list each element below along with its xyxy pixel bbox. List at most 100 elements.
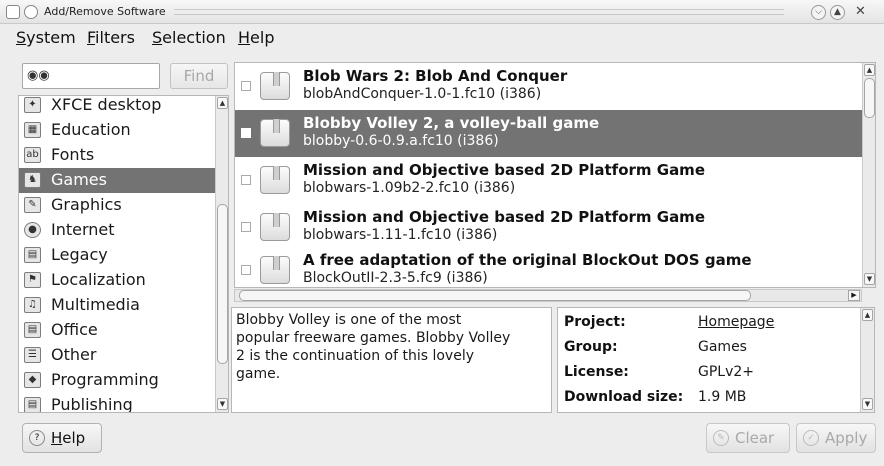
graphics-icon: ✎ bbox=[24, 197, 41, 213]
search-input[interactable]: ◉◉ bbox=[22, 63, 160, 89]
detail-value: GPLv2+ bbox=[698, 364, 755, 380]
programming-icon: ◆ bbox=[24, 372, 41, 388]
internet-icon: ● bbox=[24, 222, 41, 238]
package-row[interactable]: Mission and Objective based 2D Platform … bbox=[235, 157, 863, 204]
menu-selection[interactable]: Selection bbox=[152, 28, 226, 47]
menu-help-mnemonic: H bbox=[238, 28, 251, 47]
group-item-multimedia[interactable]: ♫ Multimedia bbox=[19, 293, 215, 318]
group-label: Fonts bbox=[51, 145, 95, 164]
scroll-thumb[interactable] bbox=[217, 204, 228, 364]
package-checkbox[interactable] bbox=[241, 81, 251, 91]
menu-system-label: ystem bbox=[26, 28, 76, 47]
group-item-internet[interactable]: ● Internet bbox=[19, 218, 215, 243]
package-checkbox[interactable] bbox=[241, 128, 251, 138]
detail-label: Project: bbox=[564, 314, 626, 330]
group-item-legacy[interactable]: ▤ Legacy bbox=[19, 243, 215, 268]
group-label: Multimedia bbox=[51, 295, 140, 314]
group-item-fonts[interactable]: ab Fonts bbox=[19, 143, 215, 168]
apply-button[interactable]: ✓ Apply bbox=[796, 423, 876, 453]
package-scrollbar[interactable]: ▲ ▼ bbox=[862, 63, 875, 287]
help-mnemonic: H bbox=[51, 429, 63, 447]
detail-size: Download size: 1.9 MB bbox=[564, 386, 854, 410]
maximize-icon[interactable]: ▲ bbox=[830, 5, 845, 20]
groups-scrollbar[interactable]: ▲ ▼ bbox=[215, 96, 228, 412]
sticky-icon[interactable] bbox=[24, 5, 38, 19]
package-icon bbox=[260, 119, 290, 147]
scroll-up-icon[interactable]: ▲ bbox=[217, 97, 228, 109]
group-item-office[interactable]: ▤ Office bbox=[19, 318, 215, 343]
scroll-right-icon[interactable]: ▶ bbox=[848, 290, 860, 301]
group-item-programming[interactable]: ◆ Programming bbox=[19, 368, 215, 393]
mouse-icon: ✦ bbox=[24, 97, 41, 113]
package-description: Blobby Volley is one of the most popular… bbox=[231, 307, 552, 413]
package-details: Project: Homepage Group: Games License: … bbox=[557, 307, 875, 413]
menu-filters[interactable]: Filters bbox=[87, 28, 135, 47]
homepage-link[interactable]: Homepage bbox=[698, 314, 774, 330]
detail-project: Project: Homepage bbox=[564, 311, 854, 335]
package-row[interactable]: A free adaptation of the original BlockO… bbox=[235, 247, 863, 287]
group-label: Education bbox=[51, 120, 131, 139]
package-name: Mission and Objective based 2D Platform … bbox=[303, 161, 705, 179]
group-item-xfce-desktop[interactable]: ✦ XFCE desktop bbox=[19, 96, 215, 118]
package-row[interactable]: Mission and Objective based 2D Platform … bbox=[235, 204, 863, 251]
group-item-games[interactable]: ♞ Games bbox=[19, 168, 215, 193]
package-checkbox[interactable] bbox=[241, 265, 251, 275]
menu-selection-mnemonic: S bbox=[152, 28, 163, 47]
group-item-other[interactable]: ☰ Other bbox=[19, 343, 215, 368]
scroll-up-icon[interactable]: ▲ bbox=[862, 309, 873, 321]
package-list[interactable]: Blob Wars 2: Blob And Conquer blobAndCon… bbox=[234, 62, 876, 288]
description-line: Blobby Volley is one of the most bbox=[236, 312, 462, 328]
clear-button[interactable]: ✎ Clear bbox=[706, 423, 790, 453]
help-button[interactable]: ? Help bbox=[22, 423, 102, 453]
menu-bar: System Filters Selection Help bbox=[0, 24, 884, 52]
detail-label: Download size: bbox=[564, 389, 684, 405]
scroll-down-icon[interactable]: ▼ bbox=[864, 273, 875, 285]
package-name: Blob Wars 2: Blob And Conquer bbox=[303, 67, 568, 85]
title-bar: Add/Remove Software ⌵ ▲ ✕ bbox=[0, 0, 884, 24]
group-item-graphics[interactable]: ✎ Graphics bbox=[19, 193, 215, 218]
minimize-icon[interactable]: ⌵ bbox=[811, 5, 826, 20]
group-item-education[interactable]: ▦ Education bbox=[19, 118, 215, 143]
menu-help[interactable]: Help bbox=[238, 28, 274, 47]
group-label: Publishing bbox=[51, 395, 133, 413]
scroll-down-icon[interactable]: ▼ bbox=[217, 398, 228, 410]
description-line: popular freeware games. Blobby Volley bbox=[236, 330, 511, 346]
group-label: Programming bbox=[51, 370, 159, 389]
detail-group: Group: Games bbox=[564, 336, 854, 360]
help-button-label: Help bbox=[51, 424, 85, 452]
window-menu-icon[interactable] bbox=[6, 5, 20, 19]
group-item-publishing[interactable]: ▤ Publishing bbox=[19, 393, 215, 413]
office-icon: ▤ bbox=[24, 322, 41, 338]
hscroll-thumb[interactable] bbox=[239, 290, 751, 301]
menu-system[interactable]: System bbox=[16, 28, 76, 47]
group-label: Graphics bbox=[51, 195, 122, 214]
scroll-thumb[interactable] bbox=[864, 78, 875, 118]
package-row[interactable]: Blob Wars 2: Blob And Conquer blobAndCon… bbox=[235, 63, 863, 110]
menu-filters-mnemonic: F bbox=[87, 28, 96, 47]
description-line: 2 is the continuation of this lovely bbox=[236, 348, 474, 364]
menu-system-mnemonic: S bbox=[16, 28, 27, 47]
package-row[interactable]: Blobby Volley 2, a volley-ball game blob… bbox=[235, 110, 863, 157]
help-rest: elp bbox=[62, 429, 86, 447]
group-item-localization[interactable]: ⚑ Localization bbox=[19, 268, 215, 293]
scroll-down-icon[interactable]: ▼ bbox=[862, 398, 873, 410]
group-label: Localization bbox=[51, 270, 146, 289]
close-icon[interactable]: ✕ bbox=[855, 4, 866, 19]
legacy-icon: ▤ bbox=[24, 247, 41, 263]
groups-list[interactable]: ✦ XFCE desktop ▦ Education ab Fonts ♞ Ga… bbox=[18, 95, 229, 413]
package-hscrollbar[interactable]: ▶ bbox=[234, 289, 862, 302]
publishing-icon: ▤ bbox=[24, 397, 41, 412]
binoculars-icon: ◉◉ bbox=[27, 68, 50, 83]
detail-label: License: bbox=[564, 364, 629, 380]
details-scrollbar[interactable]: ▲ ▼ bbox=[860, 308, 874, 412]
title-grip bbox=[174, 9, 784, 15]
find-button[interactable]: Find bbox=[170, 63, 228, 89]
package-checkbox[interactable] bbox=[241, 222, 251, 232]
package-checkbox[interactable] bbox=[241, 175, 251, 185]
scroll-up-icon[interactable]: ▲ bbox=[864, 64, 875, 76]
apply-icon: ✓ bbox=[803, 430, 819, 446]
package-icon bbox=[260, 256, 290, 284]
education-icon: ▦ bbox=[24, 122, 41, 138]
flag-icon: ⚑ bbox=[24, 272, 41, 288]
menu-selection-label: election bbox=[162, 28, 226, 47]
